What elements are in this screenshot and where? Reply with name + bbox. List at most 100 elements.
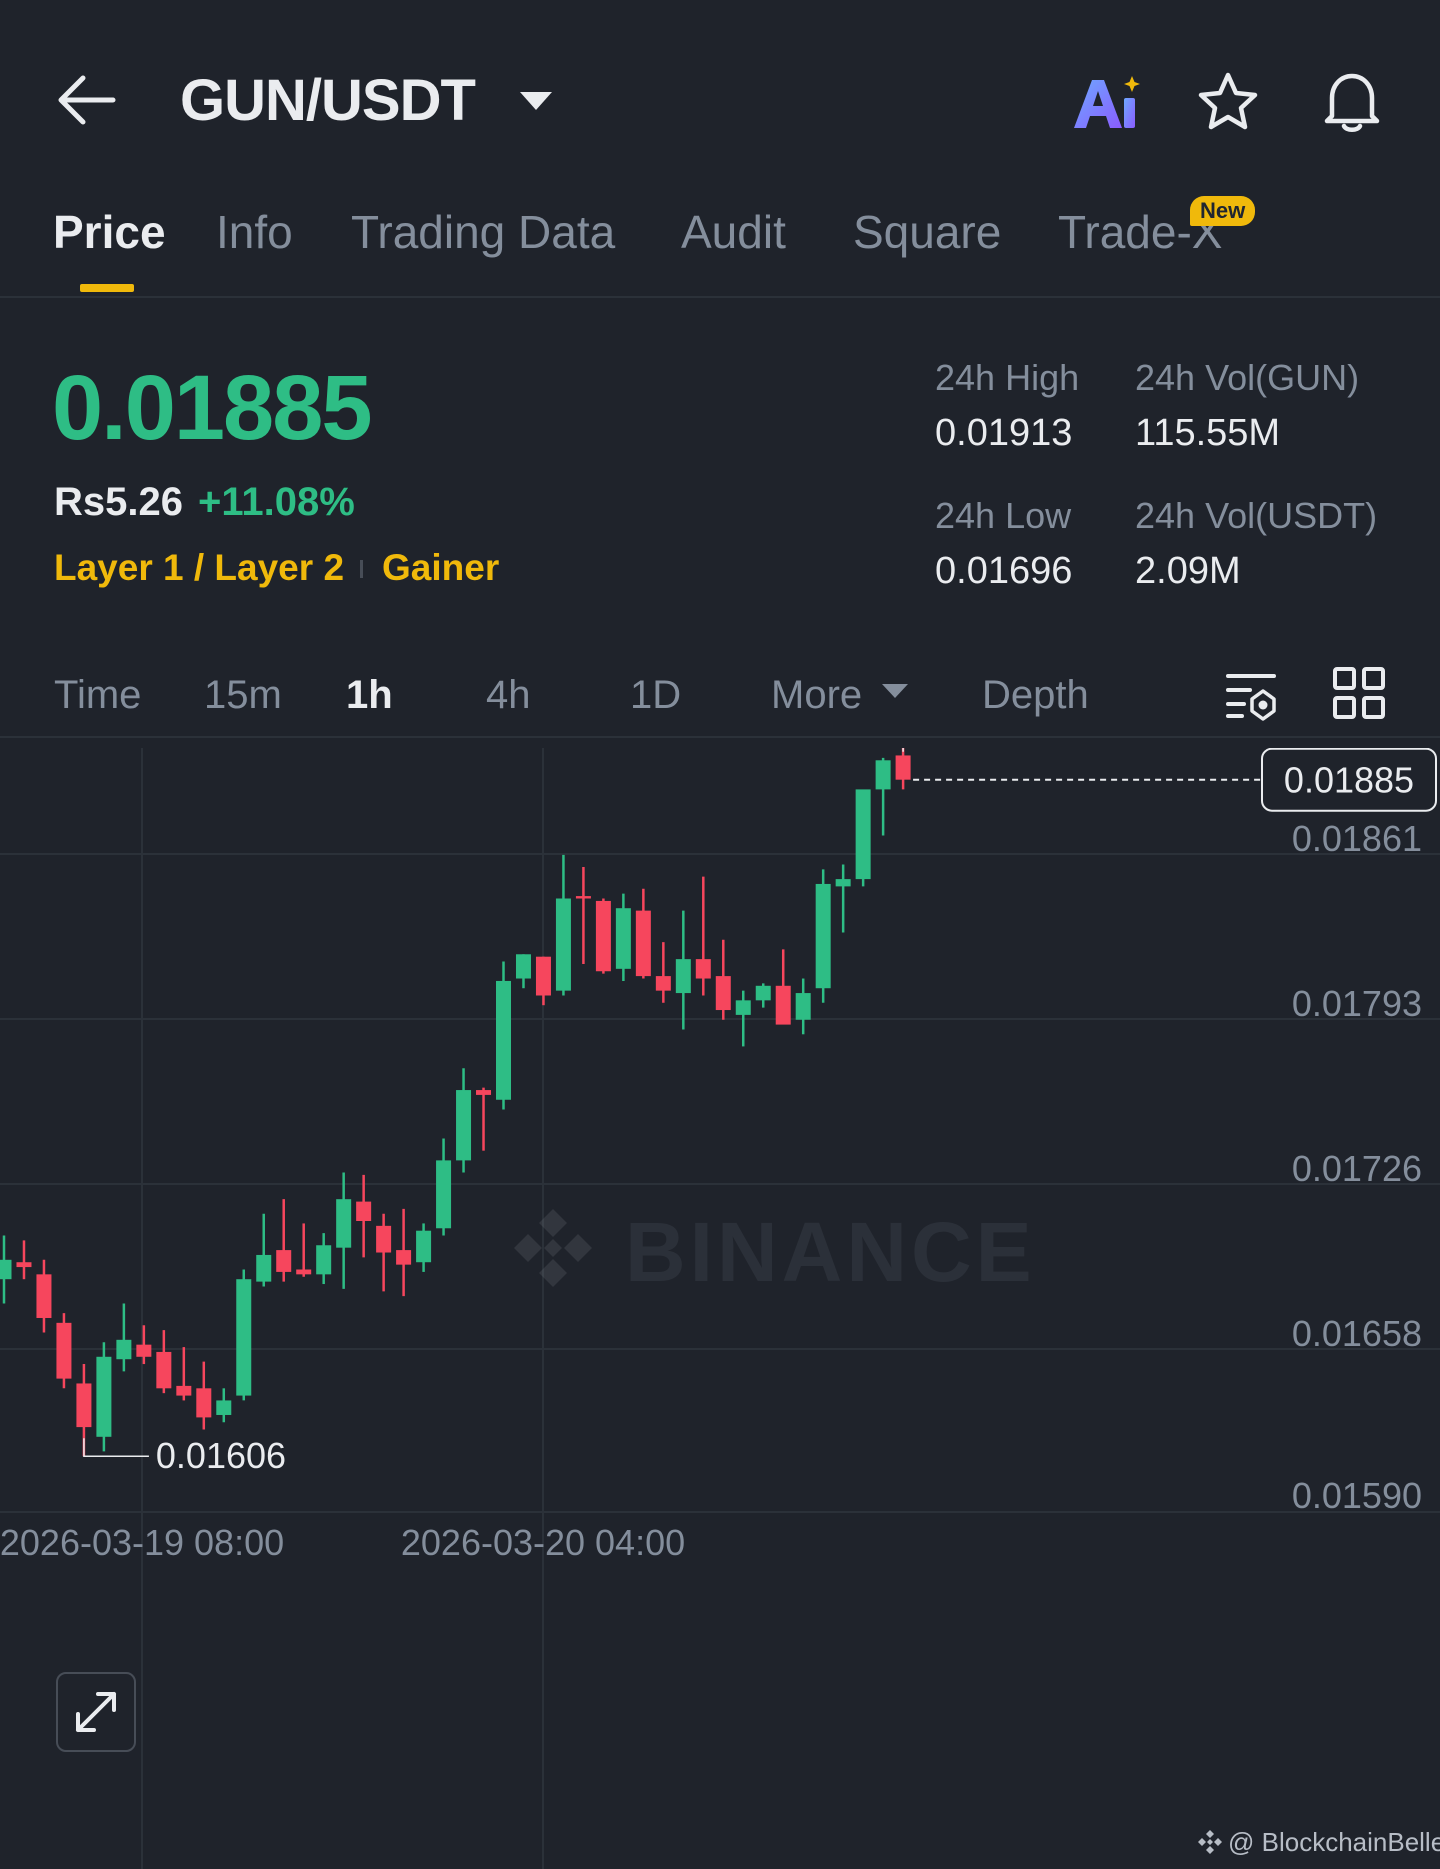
candle-body bbox=[196, 1388, 212, 1418]
candle-body bbox=[496, 980, 511, 1100]
low-label: 24h Low bbox=[935, 495, 1072, 536]
candle-body bbox=[16, 1262, 32, 1268]
app-screen: GUN/USDT Price Info Trading Data Audit S… bbox=[0, 0, 1440, 1869]
layout-grid-icon[interactable] bbox=[1332, 666, 1386, 720]
candle-body bbox=[96, 1356, 112, 1437]
candle-body bbox=[595, 900, 611, 972]
tab-price[interactable]: Price bbox=[53, 204, 166, 260]
back-arrow-icon[interactable] bbox=[55, 72, 119, 128]
candle-body bbox=[755, 985, 771, 1001]
caret-down-icon[interactable] bbox=[520, 92, 552, 110]
expand-icon bbox=[76, 1692, 116, 1732]
y-tick-label: 0.01793 bbox=[1292, 983, 1422, 1024]
candle-body bbox=[0, 1259, 12, 1280]
candle-body bbox=[795, 993, 811, 1020]
candle-body bbox=[855, 789, 871, 880]
candle-body bbox=[136, 1344, 152, 1357]
low-marker-line bbox=[83, 1438, 149, 1457]
chart-settings-icon[interactable] bbox=[1224, 666, 1280, 722]
interval-bar: Time 15m 1h 4h 1D More Depth bbox=[0, 656, 1440, 738]
candle-body bbox=[715, 976, 731, 1011]
candle-body bbox=[236, 1279, 252, 1396]
pair-selector[interactable]: GUN/USDT bbox=[180, 68, 476, 134]
tag-divider bbox=[360, 560, 363, 578]
x-tick-label: 2026-03-20 04:00 bbox=[401, 1522, 685, 1563]
candle-body bbox=[376, 1225, 392, 1253]
bell-icon[interactable] bbox=[1320, 68, 1384, 134]
candle-body bbox=[76, 1383, 92, 1428]
vol-base-value: 115.55M bbox=[1135, 412, 1281, 454]
candle-body bbox=[396, 1250, 412, 1265]
candle-body bbox=[56, 1322, 72, 1379]
candle-body bbox=[296, 1269, 312, 1275]
candle-body bbox=[436, 1160, 452, 1229]
candle-body bbox=[336, 1199, 352, 1248]
candle-body bbox=[276, 1250, 292, 1272]
vol-quote-label: 24h Vol(USDT) bbox=[1135, 495, 1378, 536]
candle-body bbox=[615, 908, 631, 969]
candle-body bbox=[535, 956, 551, 996]
tab-trading-data[interactable]: Trading Data bbox=[351, 204, 615, 260]
candle-body bbox=[356, 1201, 372, 1221]
candle-body bbox=[36, 1274, 52, 1318]
candle-body bbox=[895, 755, 911, 780]
candle-body bbox=[116, 1339, 132, 1360]
star-icon[interactable] bbox=[1196, 70, 1260, 134]
more-caret-icon[interactable] bbox=[882, 684, 908, 698]
candle-body bbox=[156, 1351, 172, 1389]
ai-icon[interactable] bbox=[1070, 72, 1142, 132]
candle-body bbox=[815, 883, 831, 989]
top-bar: GUN/USDT bbox=[0, 50, 1440, 150]
interval-more[interactable]: More bbox=[771, 670, 862, 720]
candle-body bbox=[835, 879, 851, 887]
price-change-percent: +11.08% bbox=[198, 480, 355, 524]
x-tick-label: 2026-03-19 08:00 bbox=[0, 1522, 284, 1563]
creator-credit: @ BlockchainBelle bbox=[1228, 1827, 1440, 1857]
candle-body bbox=[875, 760, 891, 790]
binance-small-icon bbox=[1198, 1830, 1222, 1854]
tab-info[interactable]: Info bbox=[216, 204, 293, 260]
vol-base-label: 24h Vol(GUN) bbox=[1135, 357, 1360, 398]
candle-body bbox=[515, 954, 531, 979]
current-price-label: 0.01885 bbox=[1284, 760, 1414, 801]
candle-body bbox=[675, 959, 691, 994]
low-value: 0.01696 bbox=[935, 550, 1073, 592]
category-tag[interactable]: Layer 1 / Layer 2 bbox=[54, 545, 344, 591]
fiat-price: Rs5.26 bbox=[54, 480, 183, 524]
candle-body bbox=[176, 1385, 192, 1396]
candle-body bbox=[456, 1090, 472, 1161]
candle-body bbox=[575, 896, 591, 899]
fullscreen-button[interactable] bbox=[56, 1672, 136, 1752]
interval-4h[interactable]: 4h bbox=[486, 670, 531, 720]
candle-body bbox=[316, 1245, 332, 1275]
active-tab-indicator bbox=[80, 284, 134, 292]
interval-1d[interactable]: 1D bbox=[630, 670, 681, 720]
vol-quote-value: 2.09M bbox=[1135, 550, 1241, 592]
candlestick-chart[interactable]: 0.019290.018610.017930.017260.016580.015… bbox=[0, 748, 1440, 1869]
candle-body bbox=[216, 1400, 232, 1415]
interval-15m[interactable]: 15m bbox=[204, 670, 282, 720]
y-tick-label: 0.01861 bbox=[1292, 818, 1422, 859]
tab-audit[interactable]: Audit bbox=[681, 204, 786, 260]
detail-tabs: Price Info Trading Data Audit Square Tra… bbox=[0, 196, 1440, 298]
candle-body bbox=[735, 1000, 751, 1015]
candle-body bbox=[775, 985, 791, 1025]
interval-time[interactable]: Time bbox=[54, 670, 141, 720]
candle-body bbox=[476, 1090, 492, 1095]
y-tick-label: 0.01726 bbox=[1292, 1148, 1422, 1189]
candle-body bbox=[655, 976, 671, 991]
gainer-tag[interactable]: Gainer bbox=[382, 545, 499, 591]
tab-square[interactable]: Square bbox=[853, 204, 1001, 260]
binance-watermark-icon bbox=[514, 1209, 592, 1287]
high-marker-line bbox=[902, 748, 904, 752]
candle-body bbox=[256, 1254, 272, 1282]
high-value: 0.01913 bbox=[935, 412, 1073, 454]
depth-tab[interactable]: Depth bbox=[982, 670, 1089, 720]
y-tick-label: 0.01658 bbox=[1292, 1313, 1422, 1354]
interval-1h[interactable]: 1h bbox=[346, 670, 393, 720]
candle-body bbox=[416, 1230, 432, 1263]
candle-body bbox=[695, 959, 711, 979]
low-marker-label: 0.01606 bbox=[156, 1435, 286, 1476]
high-label: 24h High bbox=[935, 357, 1080, 398]
new-badge: New bbox=[1190, 196, 1256, 226]
